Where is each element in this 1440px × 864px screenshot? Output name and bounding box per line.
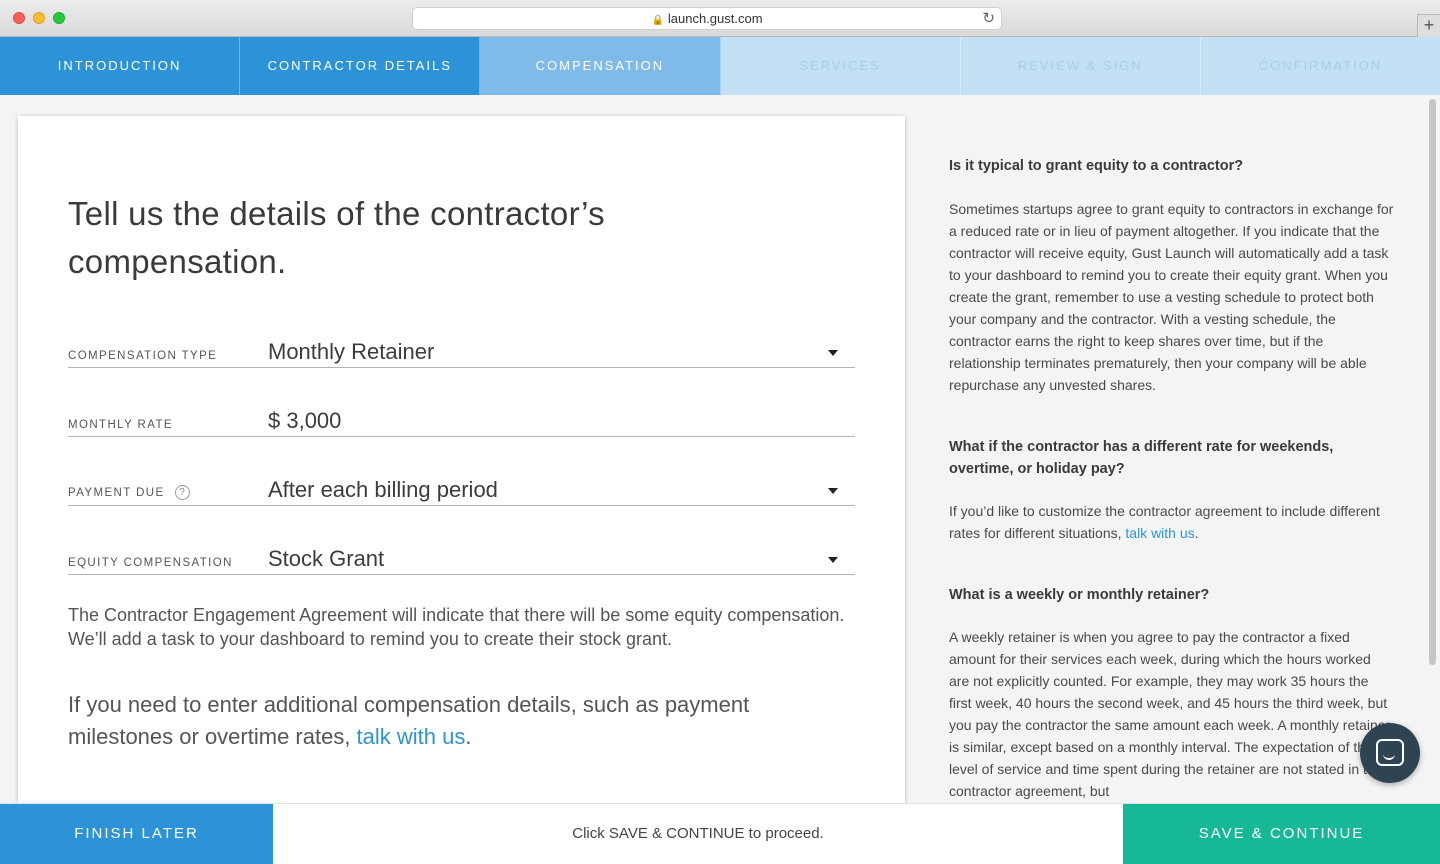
compensation-type-label: COMPENSATION TYPE [68,350,218,362]
equity-compensation-value: Stock Grant [268,546,385,571]
additional-details-note: If you need to enter additional compensa… [68,692,750,749]
faq-sidebar: Is it typical to grant equity to a contr… [925,95,1440,803]
compensation-form-card: Tell us the details of the contractor’s … [18,116,905,816]
page-title: Tell us the details of the contractor’s … [68,195,605,280]
payment-due-select[interactable]: PAYMENT DUE? After each billing period [68,470,855,506]
zoom-window-button[interactable] [53,12,65,24]
footer-bar: FINISH LATER Click SAVE & CONTINUE to pr… [0,803,1440,864]
faq-question: Is it typical to grant equity to a contr… [949,158,1244,174]
browser-toolbar: 🔒 launch.gust.com ↻ + [0,0,1440,37]
step-confirmation: CONFIRMATION [1200,37,1440,95]
step-introduction[interactable]: INTRODUCTION [0,37,241,95]
step-review-sign: REVIEW & SIGN [960,37,1201,95]
faq-question: What if the contractor has a different r… [949,439,1334,477]
monthly-rate-input[interactable]: MONTHLY RATE $ 3,000 [68,401,855,437]
finish-later-button[interactable]: FINISH LATER [0,804,273,864]
footer-hint: Click SAVE & CONTINUE to proceed. [572,825,824,842]
equity-compensation-select[interactable]: EQUITY COMPENSATION Stock Grant [68,539,855,575]
talk-with-us-link[interactable]: talk with us [1125,525,1194,541]
faq-answer: If you’d like to customize the contracto… [949,503,1380,541]
url-text: launch.gust.com [667,11,763,26]
equity-note: The Contractor Engagement Agreement will… [68,605,845,649]
chat-launcher-button[interactable] [1360,723,1420,783]
compensation-type-select[interactable]: COMPENSATION TYPE Monthly Retainer [68,332,855,368]
faq-answer: A weekly retainer is when you agree to p… [949,629,1391,799]
chevron-down-icon[interactable] [828,350,838,356]
step-contractor-details[interactable]: CONTRACTOR DETAILS [240,37,481,95]
payment-due-label: PAYMENT DUE? [68,485,190,500]
address-bar[interactable]: 🔒 launch.gust.com ↻ [412,7,1002,30]
chevron-down-icon[interactable] [828,488,838,494]
step-services: SERVICES [720,37,961,95]
main-area: Tell us the details of the contractor’s … [0,95,925,816]
new-tab-button[interactable]: + [1417,14,1440,37]
help-icon[interactable]: ? [174,485,190,500]
monthly-rate-label: MONTHLY RATE [68,419,173,431]
sidebar-scrollbar[interactable] [1429,99,1436,665]
talk-with-us-link[interactable]: talk with us [357,724,466,749]
faq-question: What is a weekly or monthly retainer? [949,587,1210,603]
equity-compensation-label: EQUITY COMPENSATION [68,557,233,569]
minimize-window-button[interactable] [33,12,45,24]
reload-icon[interactable]: ↻ [982,8,995,30]
faq-answer: Sometimes startups agree to grant equity… [949,201,1394,393]
payment-due-value: After each billing period [268,477,498,502]
chevron-down-icon[interactable] [828,557,838,563]
monthly-rate-value[interactable]: $ 3,000 [268,408,341,434]
step-compensation[interactable]: COMPENSATION [480,37,721,95]
chat-icon [1376,739,1404,766]
close-window-button[interactable] [13,12,25,24]
save-continue-button[interactable]: SAVE & CONTINUE [1123,804,1440,864]
lock-icon: 🔒 [651,15,664,26]
compensation-type-value: Monthly Retainer [268,339,435,364]
step-navigation: INTRODUCTION CONTRACTOR DETAILS COMPENSA… [0,37,1440,95]
